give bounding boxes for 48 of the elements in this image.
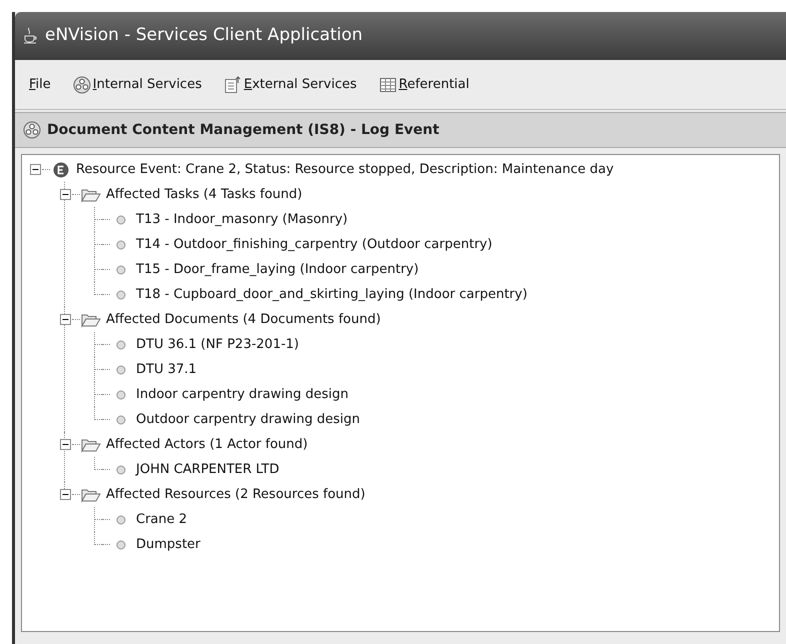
tree-item[interactable]: T15 - Door_frame_laying (Indoor carpentry) — [136, 260, 419, 280]
menu-item[interactable]: File — [29, 74, 51, 94]
circle-icon — [116, 464, 126, 474]
services-icon — [72, 76, 91, 94]
menu-item[interactable]: External Services — [224, 74, 357, 94]
services-icon — [23, 121, 41, 139]
tree-item[interactable]: Affected Resources (2 Resources found) — [106, 484, 366, 504]
open-folder-icon — [81, 312, 101, 328]
menu-item[interactable]: Internal Services — [72, 74, 202, 94]
collapse-icon[interactable] — [60, 189, 70, 200]
window-title: eNVision - Services Client Application — [45, 24, 363, 48]
circle-icon — [116, 240, 126, 250]
table-icon — [378, 76, 397, 94]
cup-icon — [23, 27, 37, 45]
tree-item[interactable]: Affected Documents (4 Documents found) — [106, 310, 381, 330]
tree-item[interactable]: DTU 36.1 (NF P23-201-1) — [136, 334, 300, 354]
tree-item[interactable]: T13 - Indoor_masonry (Masonry) — [136, 210, 348, 230]
tree-item[interactable]: Resource Event: Crane 2, Status: Resource stopped, Description: Maintenance day — [76, 160, 614, 180]
collapse-icon[interactable] — [60, 314, 70, 325]
open-folder-icon — [81, 186, 101, 202]
circle-icon — [116, 540, 126, 550]
collapse-icon[interactable] — [60, 489, 70, 500]
open-folder-icon — [81, 436, 101, 452]
circle-icon — [116, 290, 126, 300]
tree-item[interactable]: Crane 2 — [136, 510, 188, 530]
circle-icon — [116, 340, 126, 350]
tree-item[interactable]: DTU 37.1 — [136, 360, 197, 380]
tree-item[interactable]: Affected Actors (1 Actor found) — [106, 434, 308, 454]
tree-item[interactable]: Indoor carpentry drawing design — [136, 384, 348, 404]
circle-icon — [116, 414, 126, 424]
panel-title: Document Content Management (IS8) - Log Event — [47, 120, 440, 140]
document-arrow-icon — [224, 76, 242, 94]
tree-item[interactable]: Affected Tasks (4 Tasks found) — [106, 184, 302, 204]
circle-icon — [116, 214, 126, 224]
collapse-icon[interactable] — [60, 439, 70, 450]
circle-icon — [116, 514, 126, 524]
circle-icon — [116, 264, 126, 274]
open-folder-icon — [81, 486, 101, 502]
circle-icon — [116, 390, 126, 400]
circle-icon — [116, 364, 126, 374]
tree-item[interactable]: T18 - Cupboard_door_and_skirting_laying (Indoor carpentry) — [136, 284, 528, 304]
tree-item[interactable]: JOHN CARPENTER LTD — [136, 460, 280, 480]
collapse-icon[interactable] — [30, 164, 40, 175]
event-icon — [53, 162, 69, 178]
tree-item[interactable]: Dumpster — [136, 534, 200, 554]
menu-item[interactable]: Referential — [378, 74, 470, 94]
tree-item[interactable]: Outdoor carpentry drawing design — [136, 410, 360, 430]
tree-item[interactable]: T14 - Outdoor_finishing_carpentry (Outdoor carpentry) — [136, 234, 492, 254]
